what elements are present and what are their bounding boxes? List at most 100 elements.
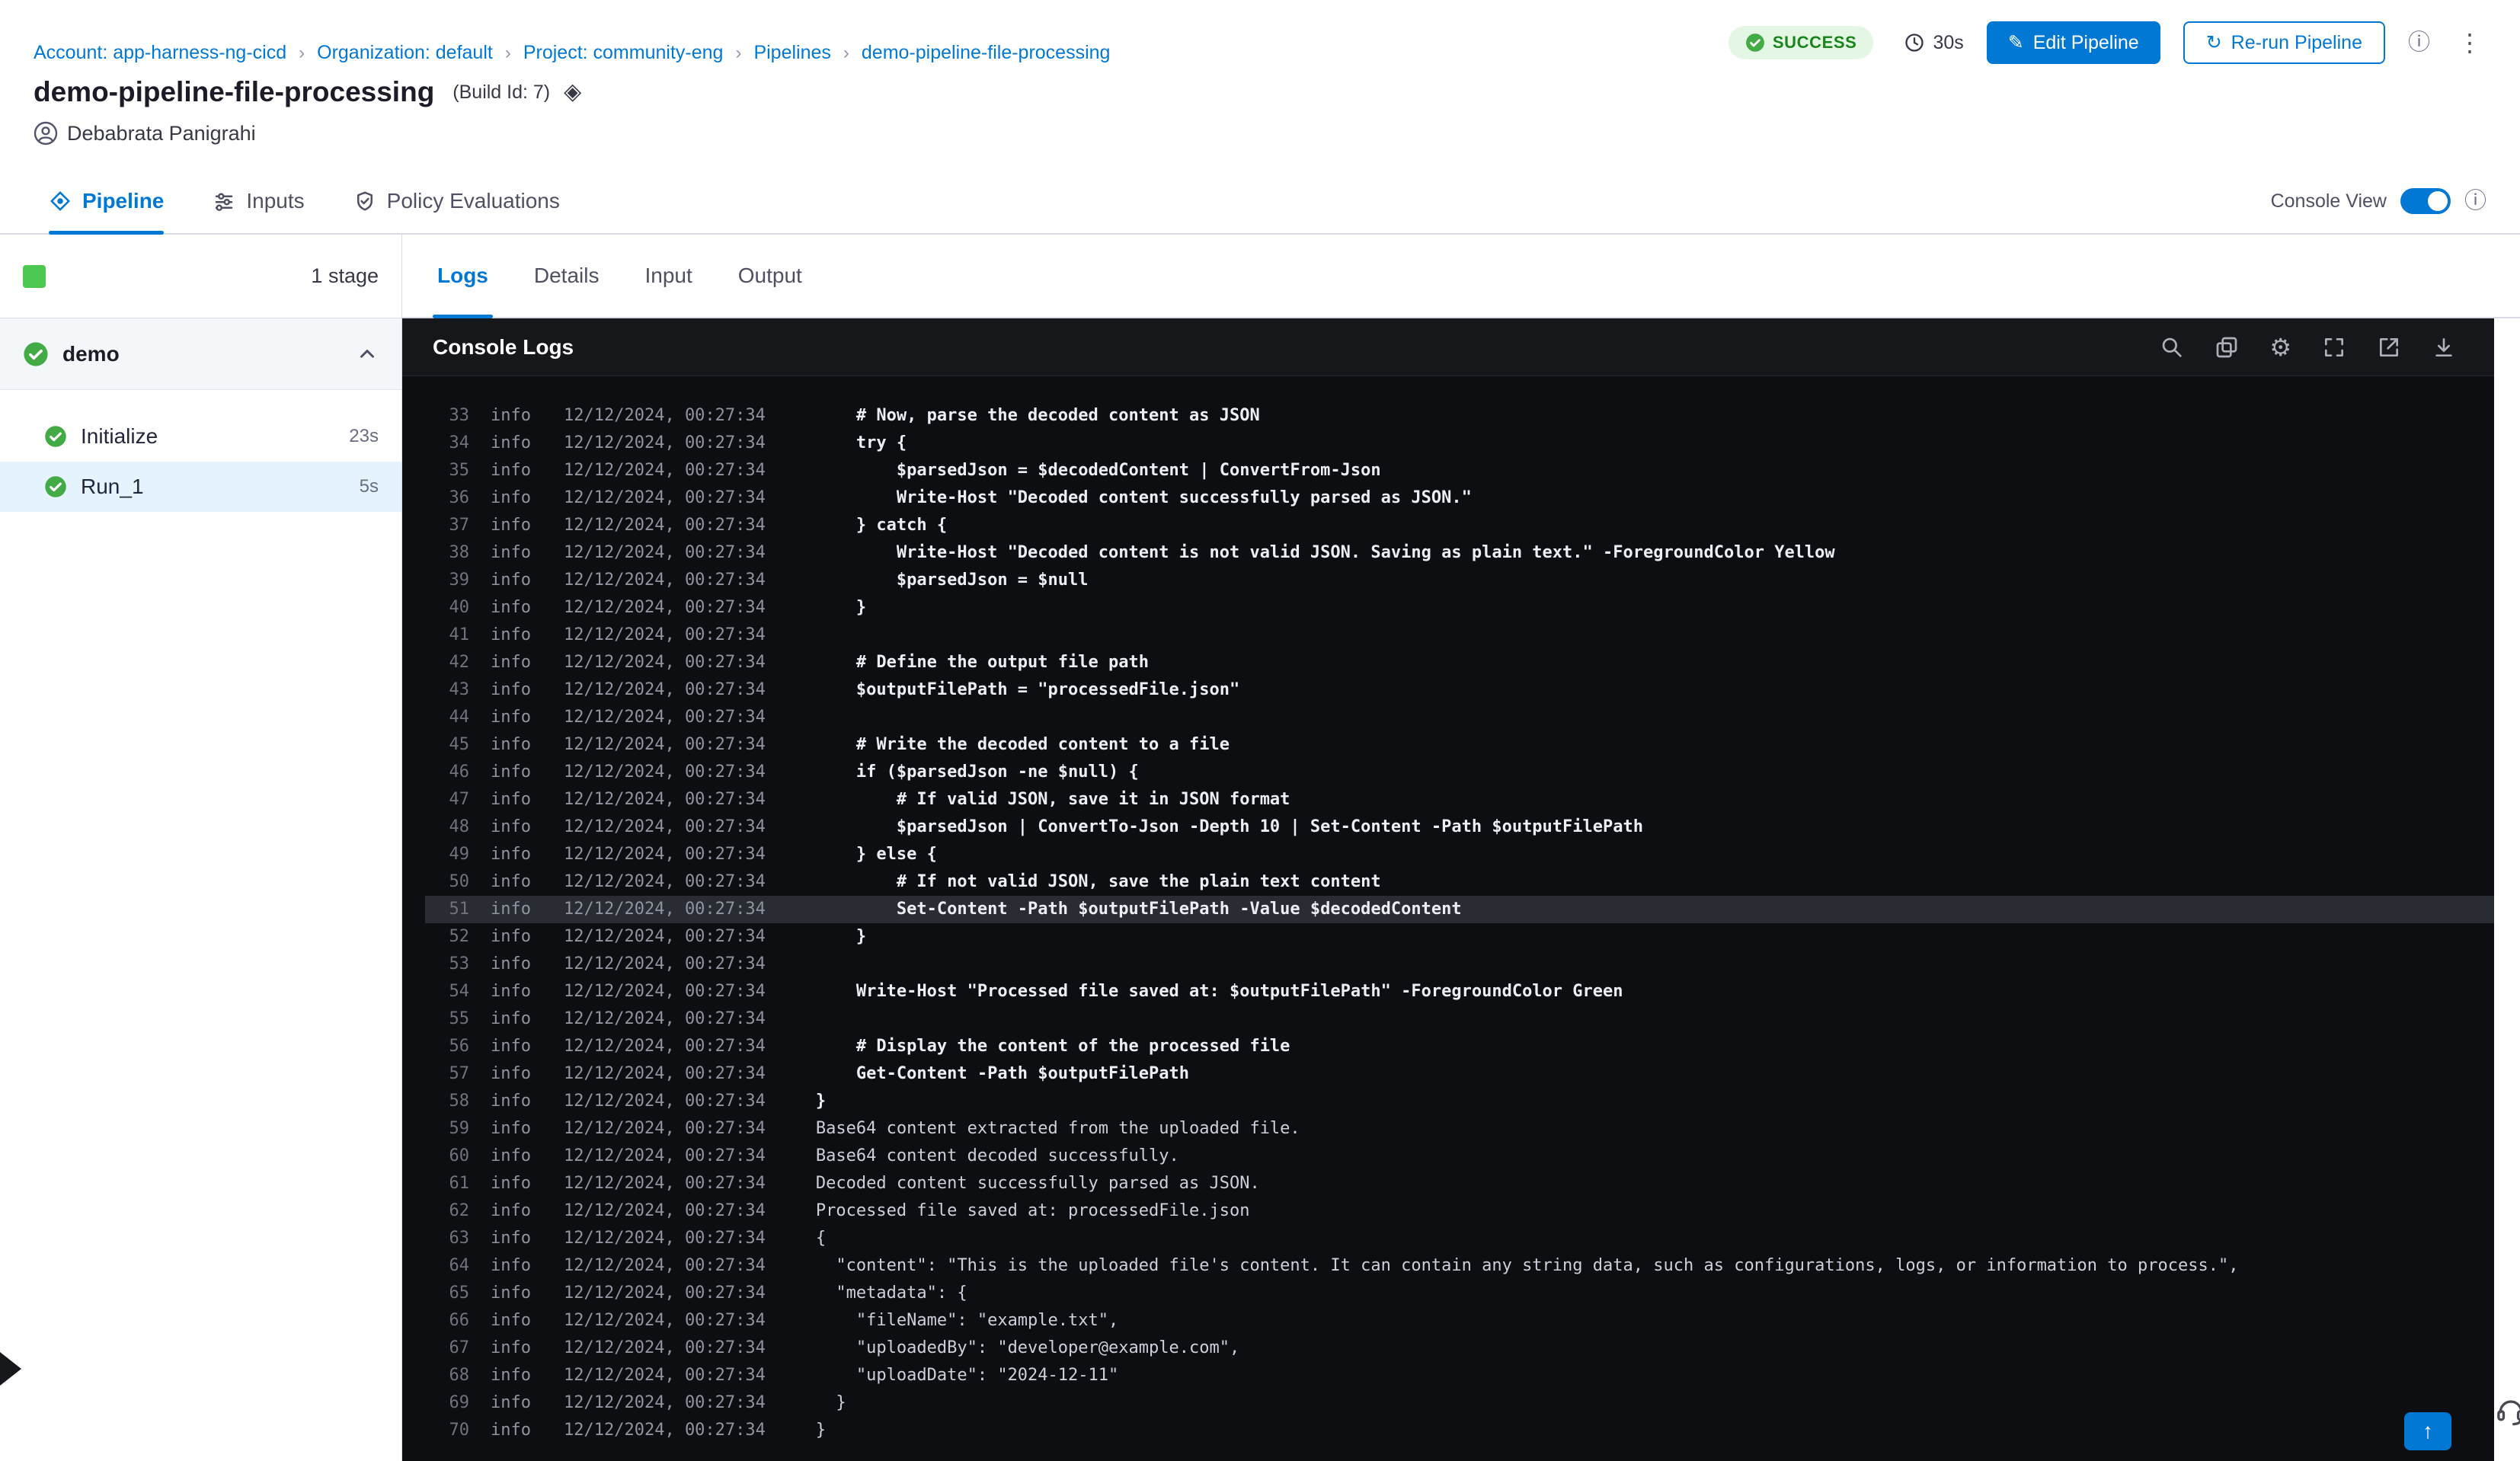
open-in-new-icon[interactable] xyxy=(2377,335,2401,360)
rerun-pipeline-button[interactable]: ↻ Re-run Pipeline xyxy=(2183,21,2385,64)
log-line: 57 info 12/12/2024, 00:27:34 Get-Content -… xyxy=(449,1064,1189,1083)
rerun-pipeline-label: Re-run Pipeline xyxy=(2231,31,2362,53)
step-label: Initialize xyxy=(81,424,158,448)
log-line: 47 info 12/12/2024, 00:27:34 # If valid JS… xyxy=(449,790,1290,809)
app: Account: app-harness-ng-cicd › Organizat… xyxy=(0,0,2520,1461)
log-line: 43 info 12/12/2024, 00:27:34 $outputFilePa… xyxy=(449,680,1240,699)
author-name: Debabrata Panigrahi xyxy=(67,121,256,145)
log-line: 63 info 12/12/2024, 00:27:34{ xyxy=(449,1229,827,1248)
execution-sidebar: 1 stage demo Initialize 23s Run_1 5s xyxy=(0,235,402,1461)
tab-inputs-label: Inputs xyxy=(246,189,305,213)
tab-output[interactable]: Output xyxy=(734,235,807,317)
duration-badge: 30s xyxy=(1904,31,1964,54)
step-duration: 5s xyxy=(359,476,379,497)
console-view-info-icon[interactable]: ⓘ xyxy=(2464,190,2486,213)
log-line: 55 info 12/12/2024, 00:27:34 xyxy=(449,1009,766,1028)
tab-pipeline-label: Pipeline xyxy=(82,189,165,213)
breadcrumb: Account: app-harness-ng-cicd › Organizat… xyxy=(34,42,1110,64)
console-header: Console Logs ⚙ xyxy=(402,318,2494,376)
console-view-control: Console View ⓘ xyxy=(2271,188,2486,214)
breadcrumb-separator: › xyxy=(299,42,305,63)
step-detail-tabs: Logs Details Input Output xyxy=(402,235,2520,318)
console-view-toggle[interactable] xyxy=(2400,188,2451,214)
step-success-icon xyxy=(45,426,66,447)
log-line: 34 info 12/12/2024, 00:27:34 try { xyxy=(449,433,907,452)
breadcrumb-account[interactable]: Account: app-harness-ng-cicd xyxy=(34,42,286,64)
stage-count-row: 1 stage xyxy=(0,235,401,318)
breadcrumb-row: Account: app-harness-ng-cicd › Organizat… xyxy=(0,0,2520,64)
kebab-menu-icon[interactable]: ⋮ xyxy=(2453,30,2486,55)
duration-text: 30s xyxy=(1933,31,1964,53)
edit-pipeline-button[interactable]: ✎ Edit Pipeline xyxy=(1986,21,2160,64)
step-duration: 23s xyxy=(349,426,379,446)
tab-policy-evaluations[interactable]: Policy Evaluations xyxy=(353,169,560,233)
breadcrumb-pipelines[interactable]: Pipelines xyxy=(753,42,830,64)
support-headset-icon[interactable] xyxy=(2494,1394,2520,1427)
pipeline-icon xyxy=(50,191,70,211)
log-line: 66 info 12/12/2024, 00:27:34 "fileName": "… xyxy=(449,1311,1119,1330)
right-gutter xyxy=(2494,318,2520,1461)
step-row-initialize[interactable]: Initialize 23s xyxy=(0,411,401,462)
log-line: 68 info 12/12/2024, 00:27:34 "uploadDate":… xyxy=(449,1366,1119,1385)
body: 1 stage demo Initialize 23s Run_1 5s Log… xyxy=(0,235,2520,1461)
breadcrumb-organization[interactable]: Organization: default xyxy=(317,42,493,64)
settings-icon[interactable]: ⚙ xyxy=(2269,335,2291,360)
log-line: 64 info 12/12/2024, 00:27:34 "content": "T… xyxy=(449,1256,2239,1275)
log-line: 38 info 12/12/2024, 00:27:34 Write-Host "D… xyxy=(449,543,1835,562)
log-line: 65 info 12/12/2024, 00:27:34 "metadata": { xyxy=(449,1284,967,1303)
status-text: SUCCESS xyxy=(1772,33,1857,52)
pencil-icon: ✎ xyxy=(2007,31,2024,53)
breadcrumb-project[interactable]: Project: community-eng xyxy=(523,42,724,64)
title-row: demo-pipeline-file-processing (Build Id:… xyxy=(0,70,2520,114)
step-row-run-1[interactable]: Run_1 5s xyxy=(0,462,401,512)
log-line: 52 info 12/12/2024, 00:27:34 } xyxy=(449,927,867,946)
log-line: 53 info 12/12/2024, 00:27:34 xyxy=(449,954,766,973)
tab-policy-evaluations-label: Policy Evaluations xyxy=(386,189,560,213)
log-line: 67 info 12/12/2024, 00:27:34 "uploadedBy":… xyxy=(449,1338,1240,1357)
scroll-to-top-button[interactable]: ↑ xyxy=(2404,1412,2451,1450)
tab-pipeline[interactable]: Pipeline xyxy=(49,169,165,235)
search-icon[interactable] xyxy=(2160,335,2184,360)
tab-logs[interactable]: Logs xyxy=(433,235,493,318)
breadcrumb-separator: › xyxy=(843,42,849,63)
console: Console Logs ⚙ 33 info 12/12/2024, 00:27… xyxy=(402,318,2494,1461)
log-line: 69 info 12/12/2024, 00:27:34 } xyxy=(449,1393,846,1412)
step-details-panel: Logs Details Input Output Console Logs ⚙… xyxy=(402,235,2520,1461)
log-line: 40 info 12/12/2024, 00:27:34 } xyxy=(449,598,867,617)
tab-inputs[interactable]: Inputs xyxy=(213,169,305,233)
log-line: 36 info 12/12/2024, 00:27:34 Write-Host "D… xyxy=(449,488,1472,507)
log-line: 42 info 12/12/2024, 00:27:34 # Define the … xyxy=(449,653,1150,672)
avatar-icon xyxy=(34,121,58,145)
clock-icon xyxy=(1905,34,1924,52)
console-view-label: Console View xyxy=(2270,190,2387,212)
author-row: Debabrata Panigrahi xyxy=(0,114,2520,152)
console-title: Console Logs xyxy=(433,334,574,359)
log-line: 49 info 12/12/2024, 00:27:34 } else { xyxy=(449,845,937,864)
sliders-icon xyxy=(216,193,233,212)
log-line: 33 info 12/12/2024, 00:27:34 # Now, parse … xyxy=(449,406,1260,425)
log-line: 54 info 12/12/2024, 00:27:34 Write-Host "P… xyxy=(449,982,1623,1001)
build-id: (Build Id: 7) xyxy=(453,81,551,103)
log-line: 56 info 12/12/2024, 00:27:34 # Display the… xyxy=(449,1037,1290,1056)
console-toolbar: ⚙ xyxy=(2160,335,2456,360)
status-badge: SUCCESS xyxy=(1728,26,1874,59)
tab-input[interactable]: Input xyxy=(640,235,696,317)
log-line: 46 info 12/12/2024, 00:27:34 if ($parsedJs… xyxy=(449,762,1139,782)
log-line: 60 info 12/12/2024, 00:27:34 Base64 content… xyxy=(449,1146,1179,1165)
page-title: demo-pipeline-file-processing xyxy=(34,76,435,107)
stage-group-demo[interactable]: demo xyxy=(0,318,401,390)
info-icon[interactable]: ⓘ xyxy=(2408,31,2430,54)
fullscreen-icon[interactable] xyxy=(2322,335,2346,360)
download-icon[interactable] xyxy=(2432,335,2456,360)
build-diamond-icon[interactable]: ◈ xyxy=(564,81,581,104)
copy-icon[interactable] xyxy=(2215,335,2239,360)
shield-check-icon xyxy=(357,191,373,211)
chevron-up-icon[interactable] xyxy=(356,343,379,366)
breadcrumb-current-pipeline[interactable]: demo-pipeline-file-processing xyxy=(862,42,1111,64)
log-line: 44 info 12/12/2024, 00:27:34 xyxy=(449,708,766,727)
tab-details[interactable]: Details xyxy=(529,235,604,317)
stage-count-label: 1 stage xyxy=(311,264,379,287)
log-line: 37 info 12/12/2024, 00:27:34 } catch { xyxy=(449,516,948,535)
log-line: 58 info 12/12/2024, 00:27:34} xyxy=(449,1092,827,1111)
expand-panel-handle[interactable] xyxy=(0,1352,21,1386)
